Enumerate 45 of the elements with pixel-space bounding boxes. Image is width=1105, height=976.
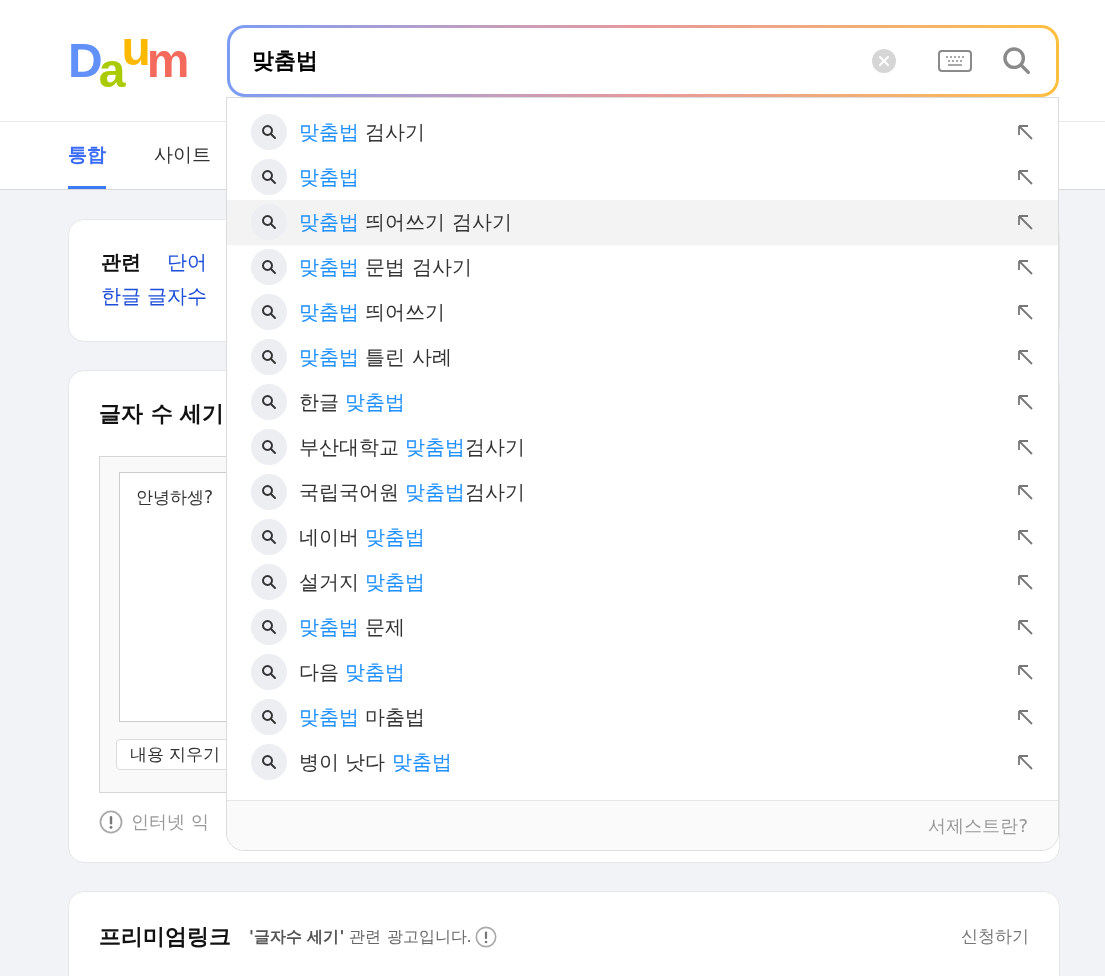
arrow-icon[interactable] [1016,213,1034,231]
search-icon [251,204,287,240]
premium-title: 프리미엄링크 [99,923,231,951]
arrow-icon[interactable] [1016,123,1034,141]
keyboard-icon[interactable] [938,49,972,72]
info-icon [474,925,497,948]
arrow-icon[interactable] [1016,348,1034,366]
search-icon [251,249,287,285]
search-icon [251,474,287,510]
related-link[interactable]: 단어 [167,247,207,277]
arrow-icon[interactable] [1016,258,1034,276]
search-icon [251,159,287,195]
info-icon [99,809,123,834]
arrow-icon[interactable] [1016,438,1034,456]
search-icon [251,699,287,735]
arrow-icon[interactable] [1016,708,1034,726]
related-title: 관련 [101,249,141,276]
search-icon [251,519,287,555]
arrow-icon[interactable] [1016,618,1034,636]
search-box[interactable]: 맞춤법 [230,27,1056,94]
search-icon [251,114,287,150]
notice-text: 인터넷 익 [131,810,209,834]
arrow-icon[interactable] [1016,663,1034,681]
apply-link[interactable]: 신청하기 [961,923,1029,950]
arrow-icon[interactable] [1016,393,1034,411]
arrow-icon[interactable] [1016,303,1034,321]
search-icon [251,429,287,465]
search-icon [251,384,287,420]
arrow-icon[interactable] [1016,168,1034,186]
arrow-icon[interactable] [1016,753,1034,771]
search-field[interactable]: 맞춤법 [252,44,872,77]
suggestion-item[interactable]: 맞춤법 띄어쓰기 검사기 [227,199,1058,245]
search-icon [251,339,287,375]
ad-note: '글자수 세기' 관련 광고입니다. [249,925,472,948]
search-icon [251,744,287,780]
arrow-icon[interactable] [1016,573,1034,591]
search-icon [251,294,287,330]
search-icon [251,564,287,600]
arrow-icon[interactable] [1016,483,1034,501]
counter-title: 글자 수 세기 [99,400,225,428]
search-icon [251,609,287,645]
tab[interactable]: 통합 [68,121,106,189]
search-icon [251,654,287,690]
tab[interactable]: 사이트 [154,121,211,189]
arrow-icon[interactable] [1016,528,1034,546]
